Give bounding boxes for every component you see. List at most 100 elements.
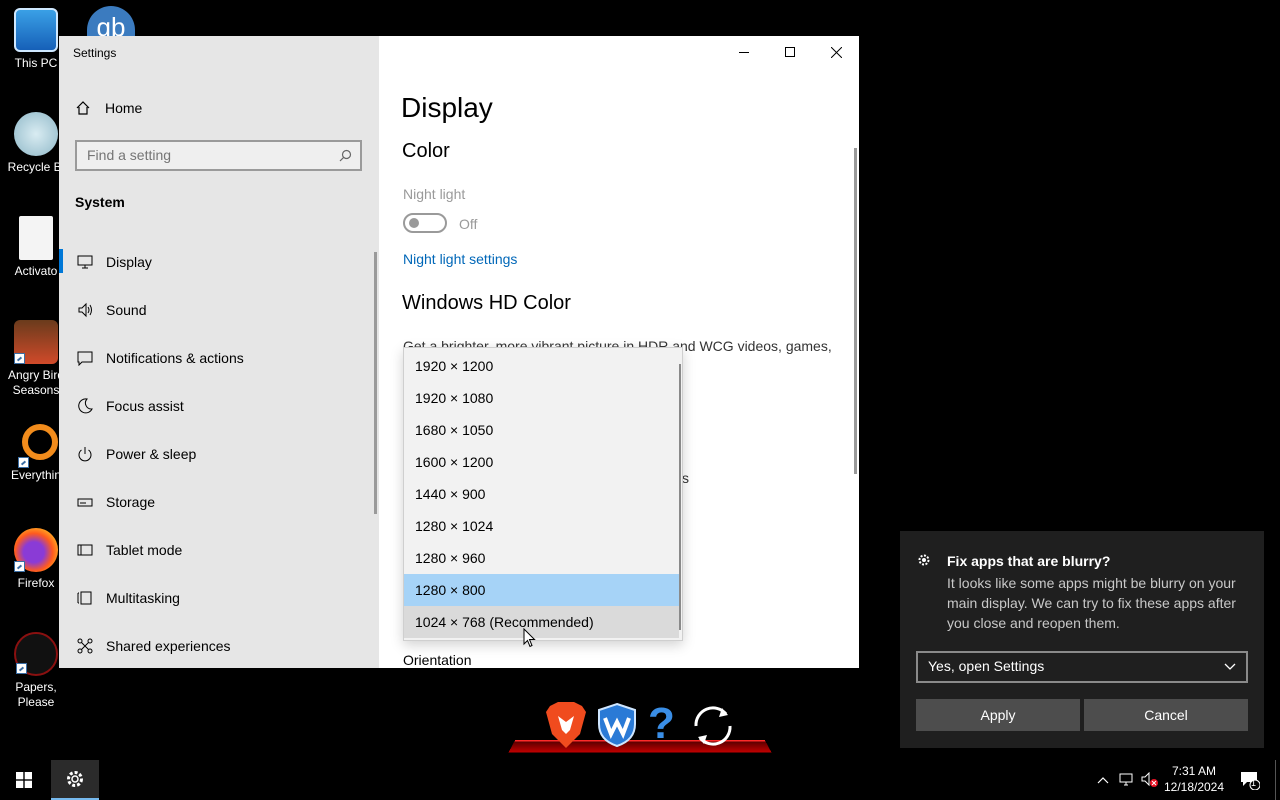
- volume-button[interactable]: [1140, 760, 1160, 800]
- multitask-icon: [77, 591, 92, 605]
- recycle-bin-icon: [14, 112, 58, 156]
- floating-dock: ?: [508, 700, 772, 756]
- find-setting-search[interactable]: [75, 140, 362, 171]
- mouse-cursor-icon: [523, 628, 536, 648]
- start-button[interactable]: [0, 760, 48, 800]
- show-desktop-button[interactable]: [1275, 760, 1276, 800]
- resolution-option[interactable]: 1440 × 900: [404, 478, 679, 510]
- blurry-apps-notification: Fix apps that are blurry? It looks like …: [900, 531, 1264, 748]
- notification-title: Fix apps that are blurry?: [947, 553, 1111, 569]
- brave-browser-icon[interactable]: [544, 700, 588, 750]
- papers-please-icon: [14, 632, 58, 676]
- home-icon: [76, 101, 90, 115]
- windows-logo-icon: [16, 772, 32, 788]
- taskbar-settings-app[interactable]: [51, 760, 99, 800]
- color-heading: Color: [402, 140, 450, 162]
- partial-text: s: [682, 470, 689, 486]
- sidebar-item-label: Tablet mode: [106, 542, 183, 558]
- network-disconnected-icon: [1119, 773, 1133, 786]
- page-title: Display: [401, 92, 493, 123]
- section-label-system: System: [75, 194, 125, 210]
- tablet-icon: [77, 544, 93, 556]
- shortcut-arrow-icon: [16, 663, 27, 674]
- select-value: Yes, open Settings: [928, 658, 1045, 674]
- resolution-option[interactable]: 1920 × 1200: [404, 350, 679, 382]
- notification-count-badge: 1: [1251, 778, 1257, 788]
- notification-icon: [1241, 772, 1260, 790]
- clock-time: 7:31 AM: [1171, 764, 1217, 778]
- sidebar-item-notifications[interactable]: Notifications & actions: [59, 334, 379, 382]
- sidebar-item-display[interactable]: Display: [59, 238, 379, 286]
- window-title: Settings: [73, 46, 117, 60]
- resolution-option-selected[interactable]: 1280 × 800: [404, 574, 679, 606]
- resolution-option[interactable]: 1920 × 1080: [404, 382, 679, 414]
- dropdown-scrollbar[interactable]: [679, 364, 681, 630]
- file-icon: [19, 216, 53, 260]
- sidebar-item-label: Sound: [106, 302, 147, 318]
- help-icon[interactable]: ?: [648, 700, 675, 748]
- power-icon: [78, 447, 92, 462]
- message-icon: [77, 351, 93, 366]
- monitor-icon: [77, 255, 93, 269]
- resolution-option[interactable]: 1280 × 1024: [404, 510, 679, 542]
- sidebar-item-label: Storage: [106, 494, 156, 510]
- night-light-settings-link[interactable]: Night light settings: [403, 251, 517, 267]
- night-light-toggle[interactable]: [403, 213, 447, 233]
- hd-color-heading: Windows HD Color: [402, 292, 571, 314]
- sync-icon[interactable]: [688, 702, 738, 750]
- sidebar-nav: Display Sound Notifications & actions Fo…: [59, 238, 379, 668]
- resolution-option[interactable]: 1600 × 1200: [404, 446, 679, 478]
- sidebar-item-focus-assist[interactable]: Focus assist: [59, 382, 379, 430]
- taskbar: 7:31 AM 12/18/2024 1: [0, 760, 1280, 800]
- sidebar-item-multitasking[interactable]: Multitasking: [59, 574, 379, 622]
- clock-date: 12/18/2024: [1163, 780, 1225, 794]
- sidebar-item-label: Display: [106, 254, 152, 270]
- shortcut-arrow-icon: [14, 561, 25, 572]
- sidebar-item-sound[interactable]: Sound: [59, 286, 379, 334]
- sidebar-item-power-sleep[interactable]: Power & sleep: [59, 430, 379, 478]
- drive-icon: [77, 498, 93, 507]
- cancel-button[interactable]: Cancel: [1084, 699, 1248, 731]
- speaker-muted-icon: [1141, 772, 1158, 787]
- search-icon[interactable]: [339, 149, 352, 162]
- search-input[interactable]: [87, 147, 327, 163]
- shortcut-arrow-icon: [14, 353, 25, 364]
- sidebar-item-label: Multitasking: [106, 590, 180, 606]
- sidebar-item-tablet-mode[interactable]: Tablet mode: [59, 526, 379, 574]
- sidebar-scrollbar[interactable]: [374, 252, 377, 514]
- qbittorrent-icon: qb: [96, 12, 126, 36]
- network-status-button[interactable]: [1116, 760, 1138, 800]
- sidebar-item-shared-experiences[interactable]: Shared experiences: [59, 622, 379, 668]
- gear-icon: [67, 771, 83, 787]
- sidebar-item-storage[interactable]: Storage: [59, 478, 379, 526]
- desktop-icon-qb[interactable]: qb: [87, 6, 135, 36]
- night-light-state: Off: [459, 216, 478, 232]
- resolution-option-hovered[interactable]: 1024 × 768 (Recommended): [404, 606, 679, 638]
- everything-search-icon: [18, 424, 58, 468]
- apply-button[interactable]: Apply: [916, 699, 1080, 731]
- chevron-down-icon: [1224, 663, 1236, 670]
- computer-icon: [14, 8, 58, 52]
- share-icon: [77, 638, 93, 654]
- sidebar-home[interactable]: Home: [75, 100, 142, 116]
- notification-action-select[interactable]: Yes, open Settings: [916, 651, 1248, 683]
- night-light-label: Night light: [403, 186, 466, 202]
- sidebar-home-label: Home: [105, 100, 143, 116]
- resolution-option[interactable]: 1280 × 960: [404, 542, 679, 574]
- sidebar-item-label: Focus assist: [106, 398, 184, 414]
- firefox-icon: [14, 528, 58, 572]
- taskbar-clock[interactable]: 7:31 AM 12/18/2024: [1160, 763, 1228, 795]
- sidebar-item-label: Power & sleep: [106, 446, 197, 462]
- show-hidden-icons-button[interactable]: [1094, 760, 1112, 800]
- desktop-icon-label: Papers, Please: [15, 680, 57, 709]
- notification-body: It looks like some apps might be blurry …: [947, 575, 1236, 631]
- wise-care-icon[interactable]: [596, 702, 638, 748]
- chevron-up-icon: [1097, 777, 1109, 784]
- resolution-option[interactable]: 1680 × 1050: [404, 414, 679, 446]
- angry-birds-icon: [14, 320, 58, 364]
- gear-icon: [918, 554, 930, 566]
- content-scrollbar[interactable]: [854, 148, 857, 474]
- sidebar-item-label: Notifications & actions: [106, 350, 244, 366]
- action-center-button[interactable]: 1: [1236, 760, 1264, 800]
- moon-icon: [78, 398, 93, 414]
